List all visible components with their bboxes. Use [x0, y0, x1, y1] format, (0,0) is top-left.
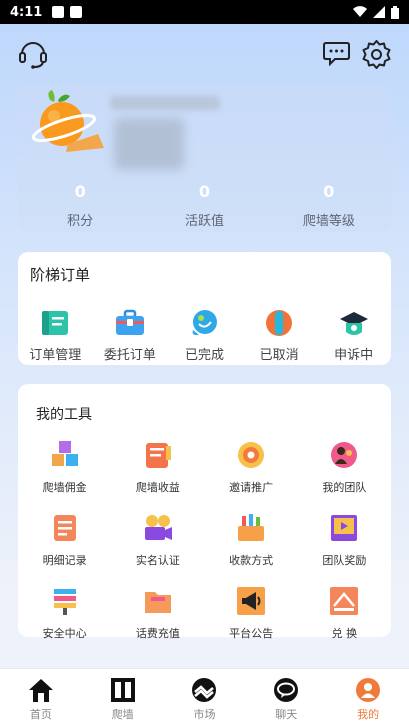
- tool-label: 爬墙佣金: [42, 481, 87, 494]
- stats-row: 0 积分 0 活跃值 0 爬墙等级: [18, 182, 391, 229]
- order-label: 委托订单: [103, 348, 156, 363]
- tool-label: 话费充值: [135, 627, 180, 640]
- tools-title: 我的工具: [36, 407, 92, 423]
- briefcase-icon: [115, 309, 144, 335]
- tool-label: 收款方式: [229, 554, 274, 567]
- tab-wall[interactable]: 爬墙: [82, 669, 164, 728]
- tool-records-button[interactable]: 明细记录: [18, 513, 111, 568]
- tab-profile[interactable]: 我的: [327, 669, 409, 728]
- orders-title: 阶梯订单: [30, 266, 91, 284]
- tool-payment-button[interactable]: 收款方式: [205, 513, 298, 568]
- chat-icon: [274, 678, 299, 702]
- record-icon: [53, 515, 76, 541]
- tab-market[interactable]: 市场: [164, 669, 246, 728]
- megaphone-icon: [237, 587, 266, 615]
- order-label: 订单管理: [29, 348, 82, 363]
- payment-box-icon: [238, 514, 265, 541]
- status-time: 4:11: [10, 4, 43, 20]
- order-label: 已取消: [259, 348, 299, 363]
- tool-label: 明细记录: [42, 554, 87, 567]
- message-icon[interactable]: [323, 41, 350, 66]
- security-icon: [53, 589, 76, 615]
- tool-label: 兑 换: [331, 627, 358, 640]
- tool-label: 爬墙收益: [135, 481, 180, 494]
- profile-card: 0 积分 0 活跃值 0 爬墙等级: [18, 84, 391, 232]
- order-entrust-button[interactable]: 委托订单: [93, 308, 168, 363]
- tools-card: 我的工具 爬墙佣金 爬墙收益 邀请推广 我的团队 明细记录 实名认证 收款方式 …: [18, 384, 391, 640]
- tab-label: 首页: [29, 708, 52, 721]
- tab-label: 爬墙: [111, 708, 134, 721]
- order-label: 申诉中: [334, 348, 374, 363]
- order-appeal-button[interactable]: 申诉中: [316, 308, 391, 363]
- tab-chat[interactable]: 聊天: [245, 669, 327, 728]
- orders-row: 订单管理 委托订单 已完成 已取消 申诉中: [18, 308, 391, 363]
- tool-verify-button[interactable]: 实名认证: [111, 513, 204, 568]
- stat-value: 0: [74, 182, 86, 201]
- gear-icon[interactable]: [362, 40, 391, 69]
- wall-icon: [110, 678, 135, 702]
- appeal-hat-icon: [339, 312, 368, 335]
- stat-level[interactable]: 0 爬墙等级: [267, 182, 391, 229]
- battery-icon: [391, 5, 399, 19]
- stat-points[interactable]: 0 积分: [18, 182, 142, 229]
- order-cancelled-button[interactable]: 已取消: [242, 308, 317, 363]
- tool-announcement-button[interactable]: 平台公告: [205, 586, 298, 641]
- notification-icon: [52, 6, 65, 18]
- camera-icon: [144, 515, 172, 540]
- tool-invite-button[interactable]: 邀请推广: [205, 440, 298, 495]
- stat-value: 0: [198, 182, 211, 201]
- completed-bubble-icon: [193, 310, 218, 336]
- orange-planet-avatar[interactable]: [28, 90, 110, 156]
- tool-label: 团队奖励: [322, 554, 367, 567]
- team-icon: [331, 442, 358, 468]
- top-toolbar: [0, 38, 409, 74]
- orders-card: 阶梯订单 订单管理 委托订单 已完成 已取消 申诉中: [18, 252, 391, 365]
- tool-commission-button[interactable]: 爬墙佣金: [18, 440, 111, 495]
- exchange-icon: [330, 587, 359, 615]
- home-icon: [28, 679, 53, 702]
- signal-icon: [373, 6, 385, 18]
- tool-security-button[interactable]: 安全中心: [18, 586, 111, 641]
- tool-label: 平台公告: [229, 627, 274, 640]
- tools-grid: 爬墙佣金 爬墙收益 邀请推广 我的团队 明细记录 实名认证 收款方式 团队奖励 …: [18, 440, 391, 641]
- tool-team-button[interactable]: 我的团队: [298, 440, 391, 495]
- order-manage-button[interactable]: 订单管理: [18, 308, 93, 363]
- market-icon: [192, 678, 217, 702]
- order-completed-button[interactable]: 已完成: [167, 308, 242, 363]
- stat-label: 爬墙等级: [302, 214, 355, 229]
- cubes-icon: [51, 441, 78, 466]
- profile-icon: [356, 678, 381, 702]
- tool-topup-button[interactable]: 话费充值: [111, 586, 204, 641]
- tool-reward-button[interactable]: 团队奖励: [298, 513, 391, 568]
- tool-label: 安全中心: [42, 627, 87, 640]
- notebook-icon: [145, 443, 171, 468]
- notification-icon-2: [70, 6, 83, 18]
- tool-label: 我的团队: [322, 481, 367, 494]
- stat-value: 0: [323, 182, 335, 201]
- wifi-icon: [353, 6, 367, 18]
- cancel-capsule-icon: [266, 310, 293, 336]
- stat-label: 积分: [67, 214, 94, 229]
- tab-label: 聊天: [275, 708, 298, 721]
- stat-activity[interactable]: 0 活跃值: [142, 182, 266, 229]
- video-frame-icon: [331, 515, 358, 541]
- tool-earnings-button[interactable]: 爬墙收益: [111, 440, 204, 495]
- bottom-tab-bar: 首页 爬墙 市场 聊天 我的: [0, 668, 409, 728]
- tab-label: 我的: [357, 708, 380, 721]
- order-book-icon: [42, 311, 69, 335]
- username-redacted: [110, 96, 220, 110]
- folder-icon: [144, 592, 171, 613]
- tab-home[interactable]: 首页: [0, 669, 82, 728]
- order-label: 已完成: [184, 348, 224, 363]
- tool-label: 邀请推广: [229, 481, 274, 494]
- tool-exchange-button[interactable]: 兑 换: [298, 586, 391, 641]
- status-bar: 4:11: [0, 0, 409, 24]
- tab-label: 市场: [193, 708, 216, 721]
- tool-label: 实名认证: [135, 554, 180, 567]
- userinfo-redacted: [114, 118, 184, 170]
- gear-badge-icon: [238, 442, 265, 468]
- stat-label: 活跃值: [184, 214, 224, 229]
- headset-icon[interactable]: [18, 38, 48, 70]
